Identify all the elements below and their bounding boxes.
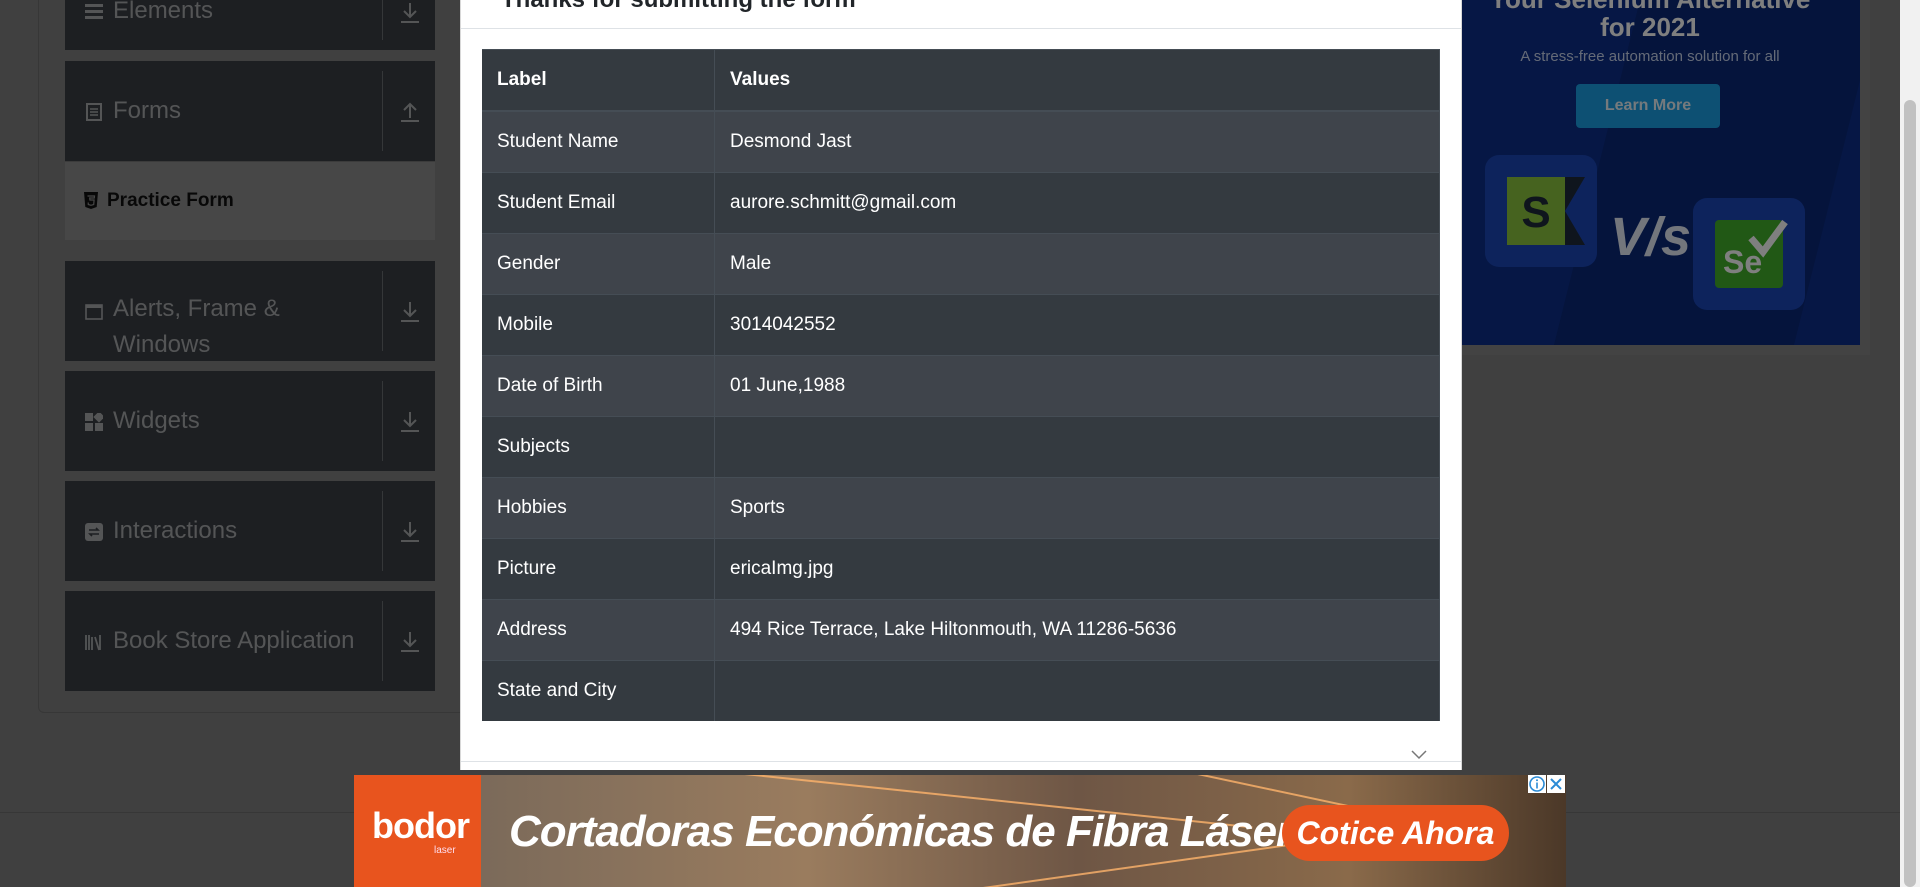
- row-value: Male: [714, 233, 1440, 295]
- chevron-down-icon[interactable]: [1411, 750, 1427, 760]
- ad-info-icon[interactable]: [1528, 775, 1546, 793]
- row-label: Picture: [482, 538, 715, 600]
- table-row: Student Email aurore.schmitt@gmail.com: [482, 172, 1440, 234]
- modal-header-divider: [461, 28, 1461, 29]
- table-row: Student Name Desmond Jast: [482, 110, 1440, 173]
- row-label: Hobbies: [482, 477, 715, 539]
- results-table: Label Values Student Name Desmond Jast St…: [482, 49, 1440, 721]
- ad-close-icon[interactable]: [1547, 775, 1565, 793]
- row-label: Gender: [482, 233, 715, 295]
- row-label: Date of Birth: [482, 355, 715, 417]
- row-value: Desmond Jast: [714, 110, 1440, 173]
- row-value: 01 June,1988: [714, 355, 1440, 417]
- scrollbar-thumb[interactable]: [1904, 100, 1916, 887]
- row-label: Mobile: [482, 294, 715, 356]
- modal-title: Thanks for submitting the form: [501, 0, 856, 14]
- bodor-logo: bodor laser: [354, 775, 481, 887]
- column-header-values: Values: [714, 49, 1440, 112]
- table-row: Gender Male: [482, 233, 1440, 295]
- table-row: Picture ericaImg.jpg: [482, 538, 1440, 600]
- table-row: Hobbies Sports: [482, 477, 1440, 539]
- logo-text: bodor: [372, 805, 470, 846]
- row-value: ericaImg.jpg: [714, 538, 1440, 600]
- ad-headline: Cortadoras Económicas de Fibra Láser: [509, 807, 1293, 856]
- table-row: Subjects: [482, 416, 1440, 478]
- row-label: Address: [482, 599, 715, 661]
- row-label: Student Email: [482, 172, 715, 234]
- page-scrollbar[interactable]: [1900, 0, 1920, 887]
- row-label: Subjects: [482, 416, 715, 478]
- row-value: aurore.schmitt@gmail.com: [714, 172, 1440, 234]
- submission-modal: Thanks for submitting the form Label Val…: [460, 0, 1462, 770]
- row-label: State and City: [482, 660, 715, 721]
- row-value: [714, 660, 1440, 721]
- table-row: Date of Birth 01 June,1988: [482, 355, 1440, 417]
- row-value: Sports: [714, 477, 1440, 539]
- row-value: 494 Rice Terrace, Lake Hiltonmouth, WA 1…: [714, 599, 1440, 661]
- table-row: State and City: [482, 660, 1440, 721]
- row-value: [714, 416, 1440, 478]
- row-label: Student Name: [482, 110, 715, 173]
- column-header-label: Label: [482, 49, 715, 112]
- table-row: Address 494 Rice Terrace, Lake Hiltonmout…: [482, 599, 1440, 661]
- logo-subtext: laser: [434, 845, 456, 856]
- modal-footer-divider: [461, 761, 1461, 762]
- table-row: Mobile 3014042552: [482, 294, 1440, 356]
- cotice-ahora-button[interactable]: Cotice Ahora: [1282, 805, 1509, 861]
- table-header-row: Label Values: [482, 49, 1440, 112]
- bottom-advertisement[interactable]: bodor laser Cortadoras Económicas de Fib…: [354, 775, 1566, 887]
- row-value: 3014042552: [714, 294, 1440, 356]
